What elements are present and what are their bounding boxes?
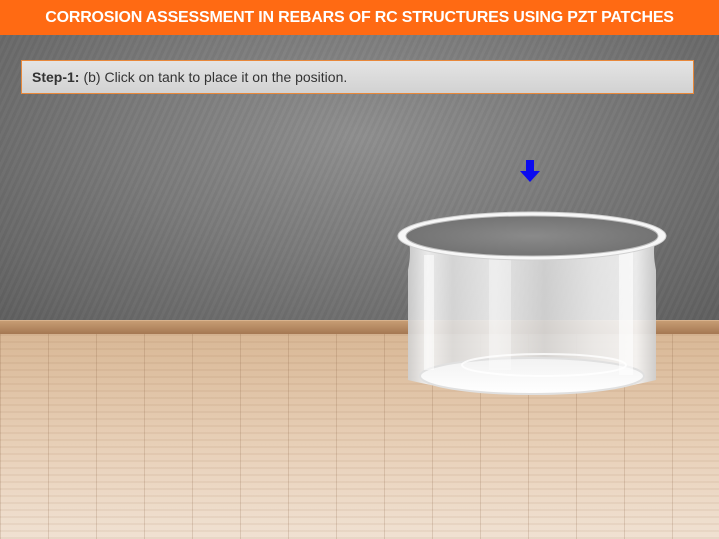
page-title-text: CORROSION ASSESSMENT IN REBARS OF RC STR… (45, 8, 674, 26)
glass-tank[interactable] (394, 210, 670, 406)
instruction-step-label: Step-1: (32, 69, 80, 85)
arrow-down-icon (520, 160, 540, 182)
instruction-text: (b) Click on tank to place it on the pos… (83, 69, 348, 85)
instruction-box: Step-1: (b) Click on tank to place it on… (21, 60, 694, 94)
page-title: CORROSION ASSESSMENT IN REBARS OF RC STR… (0, 0, 719, 35)
